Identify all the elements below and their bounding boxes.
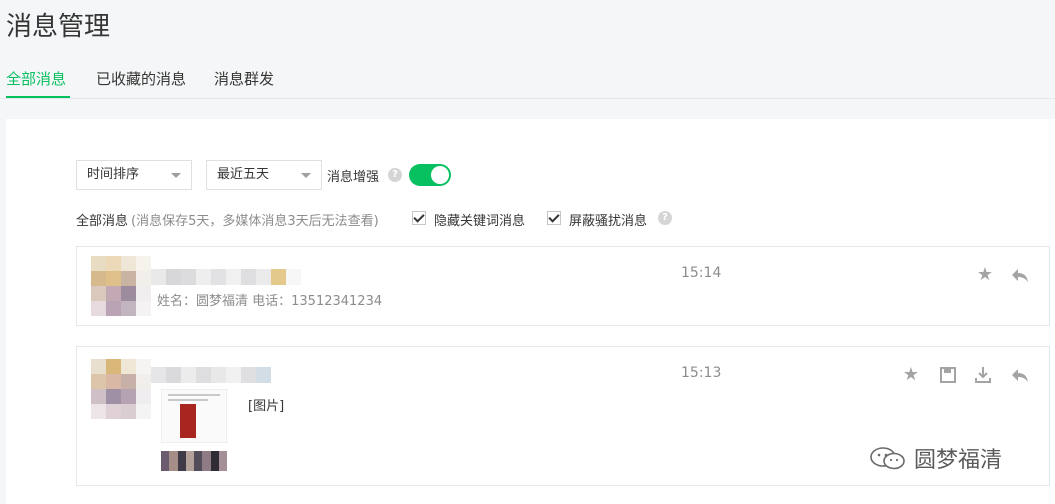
chevron-down-icon <box>171 173 181 178</box>
active-tab-underline <box>6 96 70 98</box>
block-spam-label: 屏蔽骚扰消息 <box>569 214 648 229</box>
tab-mass-send[interactable]: 消息群发 <box>214 68 274 89</box>
tab-starred-messages[interactable]: 已收藏的消息 <box>96 68 186 89</box>
hide-keyword-label: 隐藏关键词消息 <box>434 214 526 229</box>
chevron-down-icon <box>301 173 311 178</box>
nickname-pixelated <box>151 367 271 383</box>
image-thumbnail[interactable] <box>161 389 227 443</box>
watermark-text: 圆梦福清 <box>914 448 1003 473</box>
tab-bar: 全部消息 已收藏的消息 消息群发 <box>0 64 1055 99</box>
range-select-value: 最近五天 <box>217 167 270 182</box>
toggle-knob <box>431 166 449 184</box>
tab-all-messages[interactable]: 全部消息 <box>6 68 66 89</box>
sort-select-value: 时间排序 <box>87 167 140 182</box>
message-time: 15:14 <box>681 265 722 281</box>
sort-select[interactable]: 时间排序 <box>76 160 192 190</box>
avatar <box>91 359 151 419</box>
reply-icon[interactable] <box>1010 265 1030 285</box>
page-title: 消息管理 <box>6 12 111 42</box>
info-title: 全部消息 <box>76 214 129 229</box>
info-note: (消息保存5天，多媒体消息3天后无法查看) <box>131 214 379 229</box>
star-icon[interactable]: ★ <box>901 365 921 385</box>
reply-icon[interactable] <box>1010 365 1030 385</box>
enhance-label: 消息增强 <box>327 170 380 185</box>
message-time: 15:13 <box>681 365 722 381</box>
nickname-pixelated <box>151 269 301 285</box>
hide-keyword-checkbox[interactable] <box>412 211 426 225</box>
help-icon[interactable]: ? <box>658 211 672 225</box>
avatar <box>91 256 151 316</box>
wechat-icon <box>870 447 905 470</box>
download-icon[interactable] <box>973 365 993 385</box>
range-select[interactable]: 最近五天 <box>206 160 322 190</box>
block-spam-checkbox[interactable] <box>547 211 561 225</box>
watermark: 圆梦福清 <box>868 445 1003 473</box>
message-text: 姓名：圆梦福清 电话：13512341234 <box>157 294 383 309</box>
image-strip[interactable] <box>161 451 227 471</box>
star-icon[interactable]: ★ <box>975 265 995 285</box>
message-text: [图片] <box>248 399 285 414</box>
save-icon[interactable] <box>938 365 958 385</box>
enhance-toggle[interactable] <box>409 164 451 186</box>
message-item: 姓名：圆梦福清 电话：13512341234 15:14 ★ <box>76 246 1050 326</box>
help-icon[interactable]: ? <box>388 168 402 182</box>
